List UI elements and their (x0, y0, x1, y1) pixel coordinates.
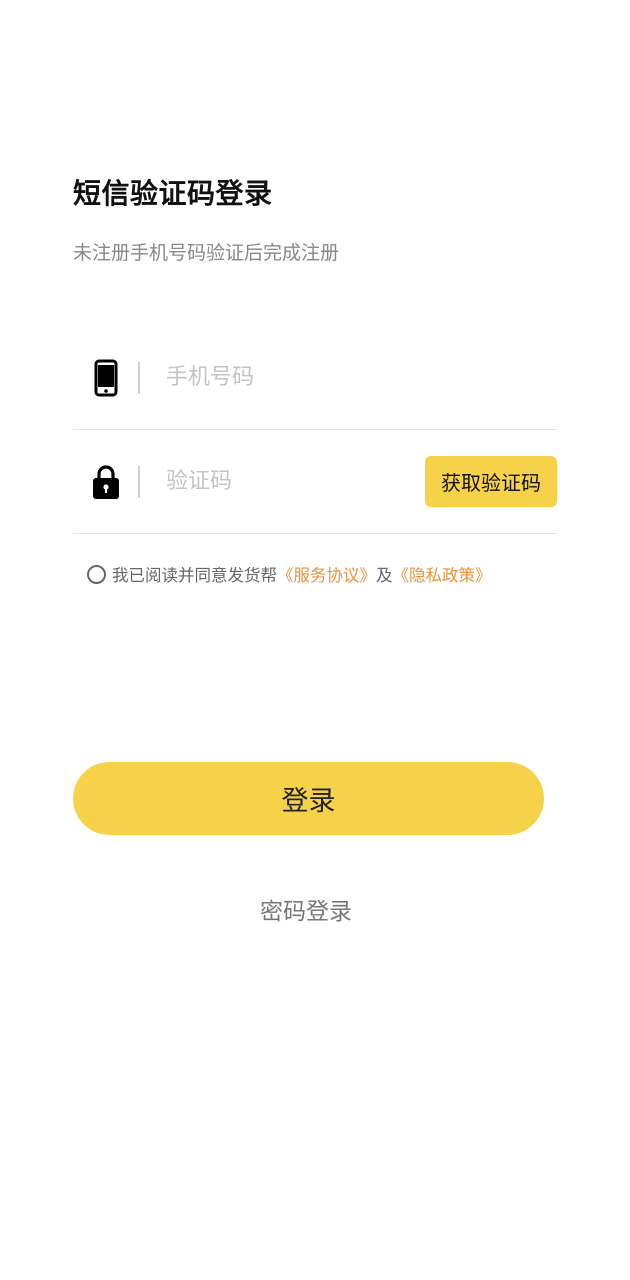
phone-input[interactable] (166, 357, 416, 398)
agreement-text: 我已阅读并同意发货帮 (112, 566, 277, 585)
page-title: 短信验证码登录 (73, 177, 273, 210)
login-button[interactable]: 登录 (73, 762, 544, 835)
field-divider (138, 361, 140, 394)
agreement-radio[interactable] (87, 564, 106, 584)
privacy-policy-link[interactable]: 《隐私政策》 (393, 562, 492, 586)
code-input[interactable] (166, 461, 416, 502)
smartphone-icon (91, 358, 121, 398)
get-code-button[interactable]: 获取验证码 (425, 456, 557, 507)
agreement-and-text: 及 (376, 566, 393, 585)
phone-field-row (73, 326, 557, 430)
service-agreement-link[interactable]: 《服务协议》 (277, 562, 376, 586)
lock-icon (91, 462, 121, 502)
code-field-row: 获取验证码 (73, 430, 557, 534)
field-divider (138, 465, 140, 498)
page-subtitle: 未注册手机号码验证后完成注册 (73, 242, 340, 264)
agreement-row: 我已阅读并同意发货帮 《服务协议》 及 《隐私政策》 (87, 560, 492, 588)
password-login-link[interactable]: 密码登录 (0, 892, 612, 926)
